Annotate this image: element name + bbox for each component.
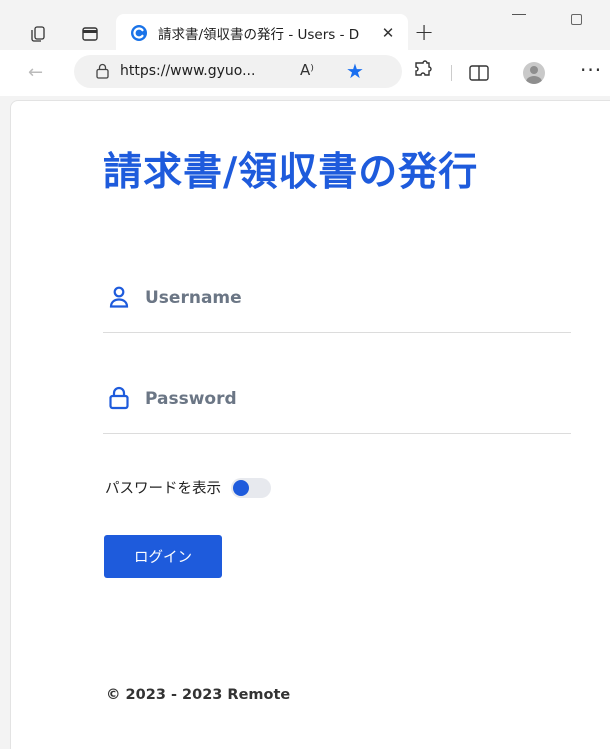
password-field <box>103 372 571 434</box>
browser-toolbar: ← https://www.gyuo... A⁾ ★ ··· <box>0 50 610 96</box>
split-screen-icon[interactable] <box>468 63 490 83</box>
workspaces-icon[interactable] <box>26 22 50 46</box>
new-tab-icon[interactable]: + <box>414 18 434 46</box>
site-favicon-icon <box>131 25 147 41</box>
back-icon[interactable]: ← <box>28 62 43 83</box>
username-field <box>103 271 571 333</box>
show-password-label: パスワードを表示 <box>105 481 221 497</box>
lock-icon[interactable] <box>96 63 109 79</box>
maximize-window-icon[interactable] <box>571 14 582 25</box>
toolbar-separator <box>451 65 452 81</box>
url-text[interactable]: https://www.gyuo... <box>120 63 255 79</box>
login-button[interactable]: ログイン <box>104 535 222 578</box>
password-input[interactable] <box>145 386 545 412</box>
address-bar[interactable]: https://www.gyuo... A⁾ ★ <box>74 55 402 88</box>
user-icon <box>109 286 129 308</box>
close-tab-icon[interactable]: ✕ <box>378 24 398 42</box>
page-content: 請求書/領収書の発行 パスワードを表示 ログイン © 2023 - 2023 R… <box>10 100 610 749</box>
show-password-toggle[interactable] <box>231 477 271 498</box>
extensions-icon[interactable] <box>412 60 434 82</box>
tab-actions-icon[interactable] <box>78 22 102 46</box>
profile-avatar[interactable] <box>523 62 545 84</box>
show-password-row: パスワードを表示 <box>105 477 271 498</box>
page-title: 請求書/領収書の発行 <box>103 150 479 195</box>
favorite-star-icon[interactable]: ★ <box>346 59 364 83</box>
tab-title: 請求書/領収書の発行 - Users - D <box>158 27 360 43</box>
read-aloud-icon[interactable]: A⁾ <box>300 61 314 79</box>
toggle-knob <box>233 479 249 496</box>
username-input[interactable] <box>145 285 545 311</box>
minimize-window-icon[interactable] <box>512 14 526 15</box>
active-tab[interactable]: 請求書/領収書の発行 - Users - D ✕ <box>116 14 408 52</box>
lock-icon <box>109 386 129 410</box>
more-options-icon[interactable]: ··· <box>580 58 602 82</box>
footer-copyright: © 2023 - 2023 Remote <box>106 687 291 703</box>
